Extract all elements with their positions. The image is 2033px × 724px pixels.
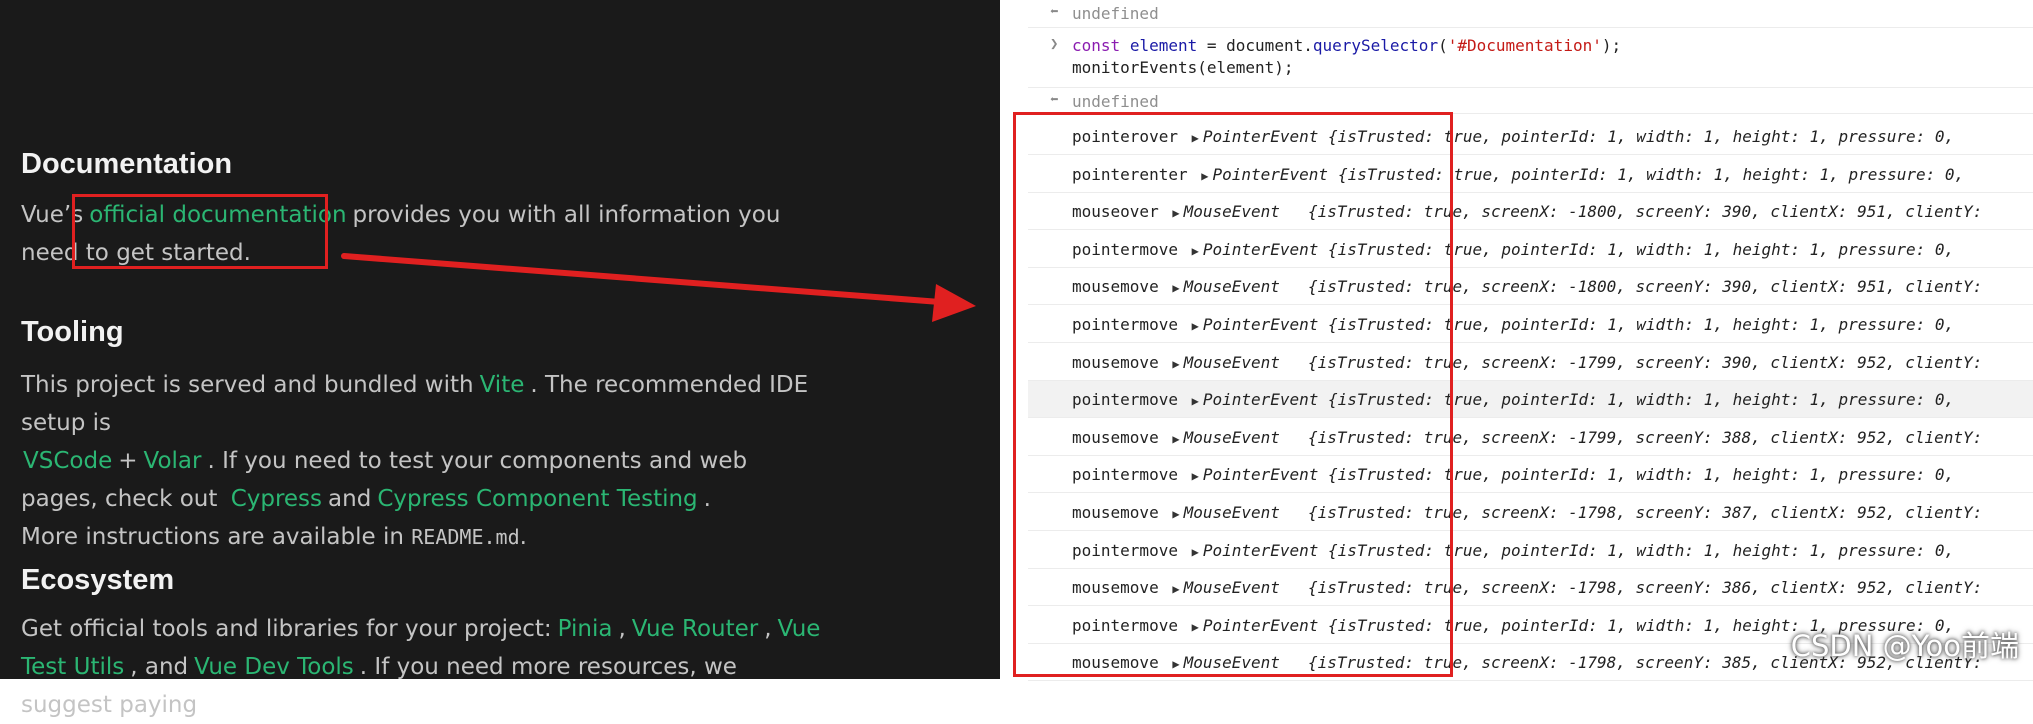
console-input-line: ❯ const element = document.querySelector…: [1028, 28, 2033, 88]
cypress-link[interactable]: Cypress: [225, 486, 328, 512]
code-text: = document.: [1197, 36, 1313, 55]
tooling-heading: Tooling: [21, 316, 124, 348]
vue-router-link[interactable]: Vue Router: [626, 616, 764, 642]
return-arrow-icon: ⬅: [1050, 92, 1059, 108]
console-result-line: ⬅ undefined: [1028, 88, 2033, 114]
string-literal: '#Documentation': [1447, 36, 1602, 55]
command-line-1: const element = document.querySelector('…: [1072, 36, 1621, 55]
input-prompt-icon: ❯: [1050, 36, 1059, 52]
comma-text: ,: [764, 616, 772, 642]
ecosystem-text: Get official tools and libraries for you…: [21, 616, 552, 642]
ecosystem-text: , and: [130, 654, 189, 680]
period-text: .: [519, 524, 527, 550]
return-arrow-icon: ⬅: [1050, 4, 1059, 20]
console-highlight-box: [1013, 112, 1453, 677]
keyword-const: const: [1072, 36, 1121, 55]
link-highlight-box: [72, 194, 328, 269]
cypress-component-testing-link[interactable]: Cypress Component Testing: [371, 486, 703, 512]
function-name: querySelector: [1312, 36, 1439, 55]
ecosystem-paragraph: Get official tools and libraries for you…: [21, 610, 821, 724]
vscode-link[interactable]: VSCode: [21, 448, 118, 474]
console-undefined: undefined: [1072, 92, 1159, 111]
plus-text: +: [118, 448, 138, 474]
vue-dev-tools-link[interactable]: Vue Dev Tools: [188, 654, 360, 680]
comma-text: ,: [618, 616, 626, 642]
volar-link[interactable]: Volar: [138, 448, 208, 474]
documentation-heading: Documentation: [21, 148, 233, 180]
annotation-arrow: [341, 253, 976, 322]
variable-element: element: [1129, 36, 1198, 55]
ecosystem-heading: Ecosystem: [21, 564, 175, 596]
console-result-line: ⬅ undefined: [1028, 0, 2033, 28]
tooling-text: This project is served and bundled with: [21, 372, 474, 398]
vite-link[interactable]: Vite: [474, 372, 531, 398]
tooling-text: More instructions are available in: [21, 524, 404, 550]
and-text: and: [328, 486, 372, 512]
code-text: );: [1601, 36, 1622, 55]
watermark: CSDN @Yoo前端: [1790, 629, 2019, 663]
period-text: .: [703, 486, 711, 512]
pinia-link[interactable]: Pinia: [552, 616, 619, 642]
vue-welcome-page: Documentation Vue’s official documentatio…: [0, 0, 1000, 718]
command-line-2: monitorEvents(element);: [1072, 58, 1294, 77]
tooling-paragraph: This project is served and bundled with V…: [21, 366, 821, 556]
readme-code: README.md: [411, 525, 520, 549]
console-undefined: undefined: [1072, 4, 1159, 23]
code-text: (: [1438, 36, 1448, 55]
